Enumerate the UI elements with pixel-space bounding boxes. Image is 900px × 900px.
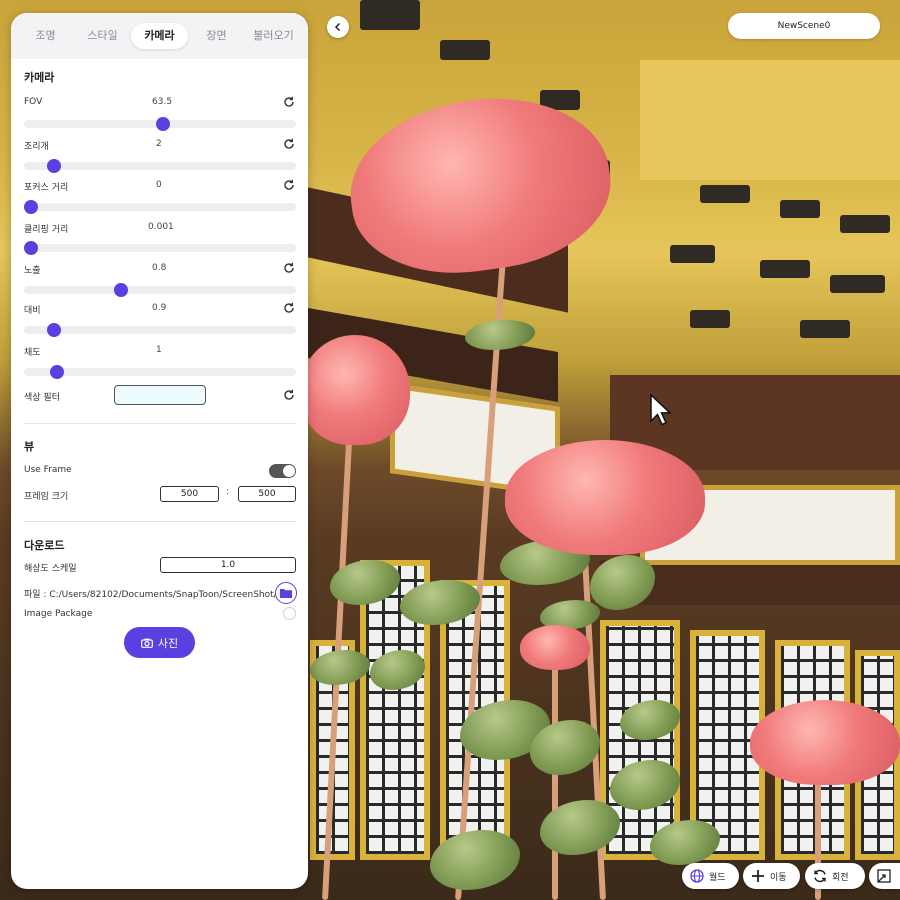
collapse-panel-button[interactable] — [327, 16, 349, 38]
clipping-label: 클리핑 거리 — [24, 225, 69, 235]
color-filter-label: 색상 필터 — [24, 393, 60, 403]
fov-value: 63.5 — [152, 97, 173, 107]
ceiling-block — [840, 215, 890, 233]
exposure-slider-thumb[interactable] — [114, 283, 129, 297]
file-path-label: 파일 : C:/Users/82102/Documents/SnapToon/S… — [24, 590, 277, 600]
focus-value: 0 — [156, 180, 162, 190]
scale-icon — [877, 869, 891, 883]
use-frame-label: Use Frame — [24, 465, 72, 475]
mouse-cursor-icon — [650, 394, 672, 426]
ceiling-block — [690, 310, 730, 328]
ceiling-block — [780, 200, 820, 218]
frame-height-input[interactable]: 500 — [238, 486, 296, 502]
photo-button[interactable]: 사진 — [124, 627, 195, 658]
flower-stem — [552, 650, 558, 900]
aperture-value: 2 — [156, 139, 162, 149]
aperture-label: 조리개 — [24, 142, 49, 152]
toggle-knob — [283, 465, 295, 477]
fov-label: FOV — [24, 97, 43, 107]
clipping-value: 0.001 — [148, 222, 174, 232]
tab-style[interactable]: 스타일 — [74, 23, 131, 49]
camera-icon — [140, 638, 153, 648]
lotus-flower — [750, 700, 900, 785]
exposure-value: 0.8 — [152, 263, 167, 273]
focus-label: 포커스 거리 — [24, 183, 69, 193]
ceiling-block — [440, 40, 490, 60]
world-label: 월드 — [709, 872, 726, 883]
lotus-flower — [505, 440, 705, 555]
fov-slider-thumb[interactable] — [155, 117, 170, 131]
tab-bar: 조명 스타일 카메라 장면 불러오기 — [11, 13, 308, 59]
image-package-label: Image Package — [24, 609, 93, 619]
ceiling-block — [830, 275, 885, 293]
saturation-label: 채도 — [24, 348, 41, 358]
focus-slider[interactable] — [24, 200, 296, 214]
color-filter-swatch[interactable] — [114, 385, 206, 405]
clipping-slider-thumb[interactable] — [24, 241, 38, 255]
frame-width-input[interactable]: 500 — [160, 486, 219, 502]
aperture-slider[interactable] — [24, 159, 296, 173]
settings-panel: 조명 스타일 카메라 장면 불러오기 카메라 FOV 63.5 조리개 2 포커… — [11, 13, 308, 889]
rotate-button[interactable]: 회전 — [805, 863, 865, 889]
contrast-slider-thumb[interactable] — [47, 323, 62, 337]
download-section-title: 다운로드 — [24, 539, 65, 552]
world-button[interactable]: 월드 — [682, 863, 739, 889]
chevron-left-icon — [334, 22, 341, 32]
lotus-flower — [520, 625, 590, 670]
photo-button-label: 사진 — [157, 636, 179, 650]
saturation-slider[interactable] — [24, 365, 296, 379]
globe-icon — [690, 869, 704, 883]
fov-reset-icon[interactable] — [282, 95, 296, 109]
ceiling-block — [360, 0, 420, 30]
frame-size-label: 프레임 크기 — [24, 492, 69, 502]
ceiling-bracket — [640, 60, 900, 180]
tab-scene[interactable]: 장면 — [188, 23, 245, 49]
clipping-slider[interactable] — [24, 241, 296, 255]
ceiling-block — [700, 185, 750, 203]
rotate-label: 회전 — [832, 872, 849, 883]
folder-button[interactable] — [275, 582, 297, 604]
ceiling-block — [670, 245, 715, 263]
saturation-slider-thumb[interactable] — [49, 365, 64, 379]
exposure-label: 노출 — [24, 266, 41, 276]
color-filter-reset-icon[interactable] — [282, 388, 296, 402]
move-label: 이동 — [770, 872, 787, 883]
ceiling-block — [760, 260, 810, 278]
scale-button[interactable] — [869, 863, 900, 889]
exposure-reset-icon[interactable] — [282, 261, 296, 275]
tab-load[interactable]: 불러오기 — [245, 23, 302, 49]
divider — [24, 423, 296, 424]
divider — [24, 521, 296, 522]
lotus-flower — [300, 335, 410, 445]
contrast-value: 0.9 — [152, 303, 167, 313]
contrast-reset-icon[interactable] — [282, 301, 296, 315]
scene-name-field[interactable]: NewScene0 — [728, 13, 880, 39]
move-button[interactable]: 이동 — [743, 863, 800, 889]
focus-reset-icon[interactable] — [282, 178, 296, 192]
resolution-scale-input[interactable]: 1.0 — [160, 557, 296, 573]
rotate-icon — [814, 869, 826, 883]
tab-lighting[interactable]: 조명 — [17, 23, 74, 49]
ceiling-block — [800, 320, 850, 338]
resolution-scale-label: 해상도 스케일 — [24, 564, 77, 574]
folder-icon — [280, 589, 292, 598]
frame-size-separator: : — [226, 487, 230, 497]
focus-slider-thumb[interactable] — [24, 200, 38, 214]
move-icon — [752, 870, 764, 882]
use-frame-toggle[interactable] — [269, 464, 296, 478]
tab-camera[interactable]: 카메라 — [131, 23, 188, 49]
view-section-title: 뷰 — [24, 440, 35, 453]
aperture-slider-thumb[interactable] — [47, 159, 62, 173]
image-package-radio[interactable] — [283, 607, 296, 620]
aperture-reset-icon[interactable] — [282, 137, 296, 151]
contrast-label: 대비 — [24, 306, 41, 316]
saturation-value: 1 — [156, 345, 162, 355]
fov-slider[interactable] — [24, 117, 296, 131]
camera-section-title: 카메라 — [24, 71, 55, 84]
exposure-slider[interactable] — [24, 283, 296, 297]
contrast-slider[interactable] — [24, 323, 296, 337]
